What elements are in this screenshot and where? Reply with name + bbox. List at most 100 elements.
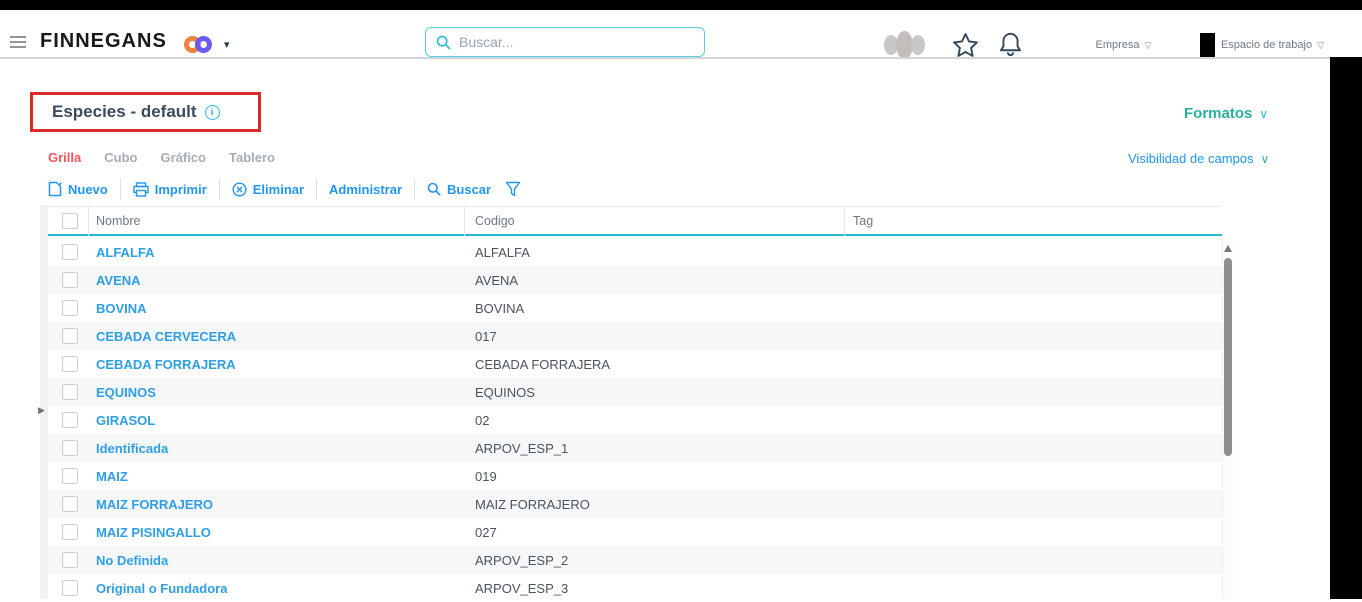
eliminar-button[interactable]: Eliminar <box>220 182 316 197</box>
panel-expand-handle[interactable]: ▶ <box>38 403 46 418</box>
row-checkbox[interactable] <box>62 328 78 344</box>
global-search-input[interactable]: Buscar... <box>425 27 705 57</box>
scrollbar-thumb[interactable] <box>1224 258 1232 456</box>
tab-grilla[interactable]: Grilla <box>48 150 81 165</box>
row-checkbox[interactable] <box>62 272 78 288</box>
row-checkbox[interactable] <box>62 580 78 596</box>
chevron-down-icon: ▽ <box>1144 39 1152 50</box>
tab-cubo[interactable]: Cubo <box>104 150 137 165</box>
imprimir-label: Imprimir <box>154 181 207 197</box>
table-body: ALFALFA ALFALFA AVENA AVENA BOVINA BOVIN… <box>48 238 1222 602</box>
column-header-codigo[interactable]: Codigo <box>475 214 515 228</box>
row-checkbox[interactable] <box>62 412 78 428</box>
table-row[interactable]: ALFALFA ALFALFA <box>48 238 1222 266</box>
row-checkbox[interactable] <box>62 524 78 540</box>
table-row[interactable]: MAIZ PISINGALLO 027 <box>48 518 1222 546</box>
right-black-column <box>1330 0 1362 599</box>
row-checkbox[interactable] <box>62 496 78 512</box>
empresa-dropdown[interactable]: Empresa ▽ <box>1047 33 1200 57</box>
field-visibility-label: Visibilidad de campos <box>1128 151 1254 166</box>
info-icon[interactable]: i <box>204 104 220 120</box>
star-icon[interactable] <box>952 32 979 58</box>
tab-grafico[interactable]: Gráfico <box>160 150 206 165</box>
row-nombre-link[interactable]: No Definida <box>96 553 168 568</box>
row-checkbox[interactable] <box>62 440 78 456</box>
row-codigo: EQUINOS <box>475 385 535 400</box>
table-row[interactable]: CEBADA FORRAJERA CEBADA FORRAJERA <box>48 350 1222 378</box>
row-nombre-link[interactable]: Original o Fundadora <box>96 581 227 596</box>
workspace-label: Espacio de trabajo <box>1220 39 1313 51</box>
row-nombre-link[interactable]: GIRASOL <box>96 413 155 428</box>
row-codigo: MAIZ FORRAJERO <box>475 497 590 512</box>
row-codigo: 017 <box>475 329 497 344</box>
row-codigo: 02 <box>475 413 490 428</box>
apps-blob-icon[interactable] <box>884 31 926 59</box>
scrollbar-up-arrow-icon[interactable] <box>1223 245 1234 253</box>
row-nombre-link[interactable]: ALFALFA <box>96 245 155 260</box>
table-row[interactable]: No Definida ARPOV_ESP_2 <box>48 546 1222 574</box>
chevron-down-icon: ∨ <box>1259 106 1269 121</box>
row-nombre-link[interactable]: Identificada <box>96 441 168 456</box>
row-codigo: AVENA <box>475 273 519 288</box>
header-black-gap <box>1200 33 1215 57</box>
row-checkbox[interactable] <box>62 300 78 316</box>
table-row[interactable]: AVENA AVENA <box>48 266 1222 294</box>
infinity-logo-icon <box>184 36 218 54</box>
row-nombre-link[interactable]: AVENA <box>96 273 141 288</box>
row-codigo: ARPOV_ESP_1 <box>475 441 569 456</box>
table-row[interactable]: MAIZ 019 <box>48 462 1222 490</box>
row-nombre-link[interactable]: CEBADA FORRAJERA <box>96 357 236 372</box>
buscar-label: Buscar <box>447 181 492 197</box>
table-row[interactable]: EQUINOS EQUINOS <box>48 378 1222 406</box>
row-nombre-link[interactable]: MAIZ FORRAJERO <box>96 497 213 512</box>
nuevo-button[interactable]: Nuevo <box>48 181 120 197</box>
row-checkbox[interactable] <box>62 552 78 568</box>
row-checkbox[interactable] <box>62 244 78 260</box>
view-tabs: Grilla Cubo Gráfico Tablero <box>48 150 275 165</box>
tab-tablero[interactable]: Tablero <box>229 150 275 165</box>
row-codigo: BOVINA <box>475 301 525 316</box>
collapsed-side-panel <box>40 205 48 599</box>
delete-circle-icon <box>232 181 247 197</box>
filter-button[interactable] <box>503 181 533 197</box>
field-visibility-dropdown[interactable]: Visibilidad de campos ∨ <box>1128 151 1269 166</box>
administrar-button[interactable]: Administrar <box>317 182 414 197</box>
row-checkbox[interactable] <box>62 356 78 372</box>
vertical-scrollbar[interactable] <box>1222 238 1233 599</box>
row-codigo: 019 <box>475 469 497 484</box>
printer-icon <box>133 181 149 197</box>
search-icon <box>427 182 441 196</box>
row-nombre-link[interactable]: MAIZ <box>96 469 128 484</box>
select-all-checkbox[interactable] <box>62 213 78 229</box>
row-nombre-link[interactable]: CEBADA CERVECERA <box>96 329 236 344</box>
column-header-nombre[interactable]: Nombre <box>96 214 140 228</box>
hamburger-menu-icon[interactable] <box>10 36 26 48</box>
row-checkbox[interactable] <box>62 468 78 484</box>
row-checkbox[interactable] <box>62 384 78 400</box>
brand-dropdown-caret-icon[interactable]: ▾ <box>224 38 230 51</box>
row-nombre-link[interactable]: EQUINOS <box>96 385 156 400</box>
nuevo-label: Nuevo <box>68 181 108 197</box>
row-nombre-link[interactable]: BOVINA <box>96 301 147 316</box>
imprimir-button[interactable]: Imprimir <box>121 182 219 197</box>
page-title: Especies - default <box>52 102 197 121</box>
bell-icon[interactable] <box>998 31 1023 59</box>
table-row[interactable]: Original o Fundadora ARPOV_ESP_3 <box>48 574 1222 602</box>
table-header: Nombre Codigo Tag <box>48 206 1222 236</box>
table-row[interactable]: Identificada ARPOV_ESP_1 <box>48 434 1222 462</box>
filter-funnel-icon <box>505 181 521 197</box>
row-nombre-link[interactable]: MAIZ PISINGALLO <box>96 525 211 540</box>
row-codigo: ARPOV_ESP_3 <box>475 581 569 596</box>
eliminar-label: Eliminar <box>252 181 305 197</box>
table-row[interactable]: BOVINA BOVINA <box>48 294 1222 322</box>
table-row[interactable]: MAIZ FORRAJERO MAIZ FORRAJERO <box>48 490 1222 518</box>
buscar-button[interactable]: Buscar <box>415 182 503 197</box>
table-row[interactable]: CEBADA CERVECERA 017 <box>48 322 1222 350</box>
workspace-dropdown[interactable]: Espacio de trabajo ▽ <box>1215 33 1330 57</box>
formatos-label: Formatos <box>1184 105 1253 122</box>
empresa-label: Empresa <box>1095 39 1140 51</box>
column-header-tag[interactable]: Tag <box>853 214 873 228</box>
table-row[interactable]: GIRASOL 02 <box>48 406 1222 434</box>
search-placeholder: Buscar... <box>459 34 514 50</box>
formatos-dropdown[interactable]: Formatos ∨ <box>1184 105 1268 122</box>
